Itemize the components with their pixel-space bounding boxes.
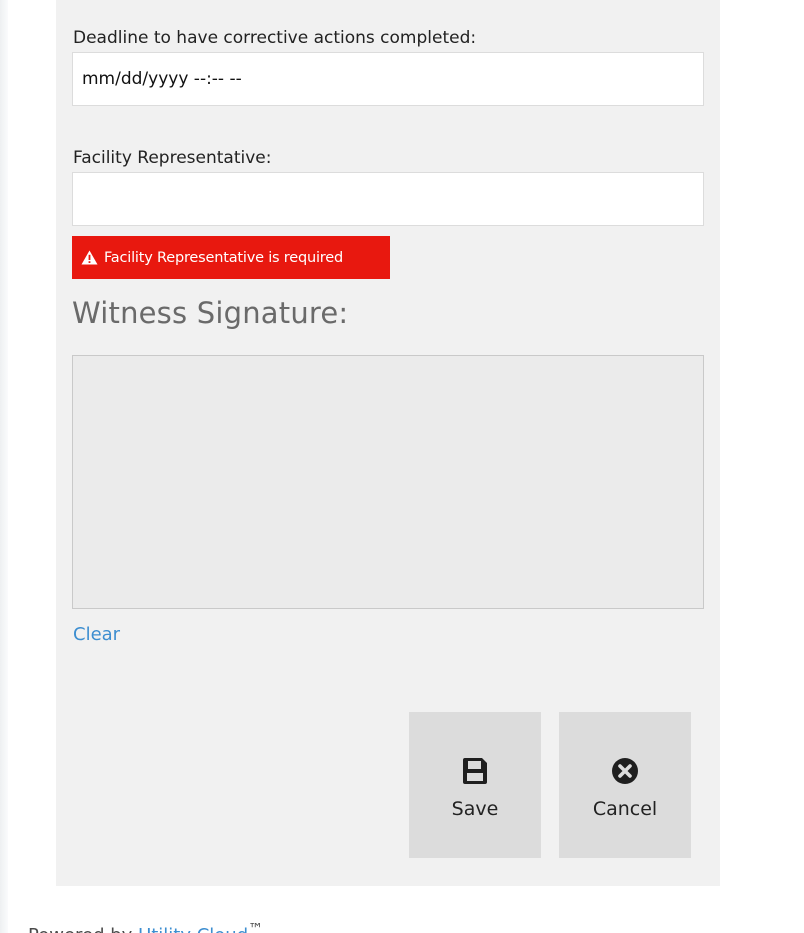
utility-cloud-link[interactable]: Utility Cloud <box>138 925 248 933</box>
cancel-button-label: Cancel <box>592 798 658 820</box>
clear-signature-link[interactable]: Clear <box>73 624 120 645</box>
facility-representative-input[interactable] <box>72 172 704 226</box>
cancel-circle-icon <box>612 758 638 784</box>
save-button[interactable]: Save <box>409 712 541 858</box>
left-edge-strip <box>0 0 8 933</box>
footer-powered-by: Powered by Utility Cloud™ <box>28 920 263 933</box>
witness-signature-heading: Witness Signature: <box>72 296 349 330</box>
save-icon <box>463 758 487 784</box>
deadline-input-value: mm/dd/yyyy --:-- -- <box>82 69 242 89</box>
facility-representative-label: Facility Representative: <box>73 148 272 168</box>
error-message: Facility Representative is required <box>104 249 343 266</box>
cancel-button[interactable]: Cancel <box>559 712 691 858</box>
facility-representative-error: Facility Representative is required <box>72 236 390 279</box>
warning-icon <box>81 250 98 265</box>
footer-prefix: Powered by <box>28 925 132 933</box>
trademark-mark: ™ <box>248 920 264 933</box>
witness-signature-pad[interactable] <box>72 355 704 609</box>
save-button-label: Save <box>451 798 499 820</box>
page: Deadline to have corrective actions comp… <box>0 0 804 933</box>
deadline-datetime-input[interactable]: mm/dd/yyyy --:-- -- <box>72 52 704 106</box>
deadline-label: Deadline to have corrective actions comp… <box>73 28 477 48</box>
